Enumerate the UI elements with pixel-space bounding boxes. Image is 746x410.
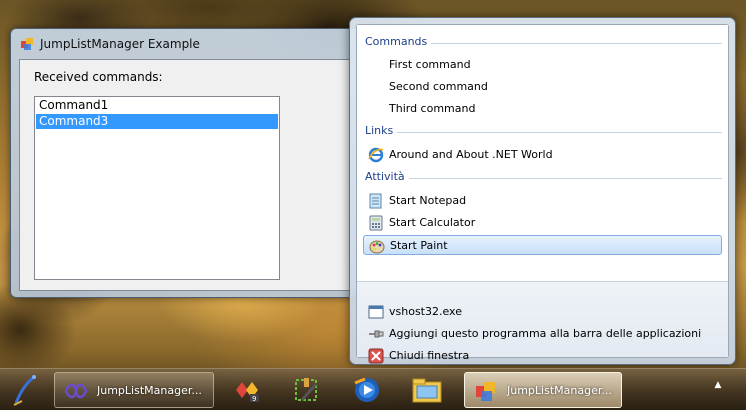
item-label: Around and About .NET World (389, 148, 553, 161)
tools-icon (295, 378, 318, 401)
paint-palette-icon (369, 240, 385, 254)
app-icon (21, 38, 33, 50)
item-label: Start Calculator (389, 216, 476, 229)
notepad-icon (369, 193, 382, 209)
internet-explorer-icon (368, 147, 384, 163)
calculator-icon (369, 215, 383, 231)
media-player-icon (354, 377, 379, 402)
item-label: Second command (389, 80, 488, 93)
pin-icon (369, 330, 384, 338)
visual-studio-2008-icon: 9 (236, 382, 259, 403)
show-hidden-icons-chevron-icon[interactable]: ▲ (712, 380, 724, 392)
category-commands: Commands (365, 35, 722, 51)
taskbar-pinned-media-player[interactable] (340, 373, 394, 407)
taskbar-pinned-tools[interactable] (280, 373, 334, 407)
item-label: Aggiungi questo programma alla barra del… (389, 327, 702, 340)
item-label: Chiudi finestra (389, 349, 470, 362)
item-label: First command (389, 58, 471, 71)
app-window: JumpListManager Example Received command… (10, 28, 378, 298)
start-button-icon[interactable] (4, 371, 46, 409)
taskbar-pinned-visual-studio[interactable]: 9 (220, 373, 274, 407)
app-icon (476, 382, 495, 401)
taskbar: JumpListManager... 9 JumpListManager... (0, 368, 746, 410)
svg-text:9: 9 (252, 395, 256, 403)
category-links: Links (365, 124, 722, 140)
category-commands-label: Commands (365, 35, 432, 48)
app-titlebar[interactable]: JumpListManager Example (11, 29, 377, 57)
app-title: JumpListManager Example (40, 37, 200, 51)
application-window-icon (368, 305, 384, 319)
taskbar-button-label: JumpListManager... (97, 384, 202, 397)
category-links-label: Links (365, 124, 398, 137)
jumplist-item-close-window[interactable]: Chiudi finestra (363, 346, 722, 366)
file-explorer-icon (412, 378, 442, 403)
item-label: Start Paint (390, 239, 448, 252)
taskbar-button-vs[interactable]: JumpListManager... (54, 372, 214, 408)
jumplist-item-app[interactable]: vshost32.exe (363, 302, 722, 322)
jumplist-item-second-command[interactable]: Second command (363, 77, 722, 97)
jumplist-item-link[interactable]: Around and About .NET World (363, 145, 722, 165)
list-item[interactable]: Command1 (36, 98, 278, 113)
jump-list: Commands First command Second command Th… (349, 17, 736, 365)
taskbar-button-label: JumpListManager... (507, 384, 612, 397)
visual-studio-icon (64, 383, 88, 399)
commands-listbox[interactable]: Command1 Command3 (34, 96, 280, 280)
jump-list-upper: Commands First command Second command Th… (357, 25, 728, 281)
jumplist-item-start-paint[interactable]: Start Paint (363, 235, 722, 255)
jumplist-item-start-notepad[interactable]: Start Notepad (363, 191, 722, 211)
list-item-selected[interactable]: Command3 (36, 114, 278, 129)
item-label: Start Notepad (389, 194, 467, 207)
jumplist-item-pin[interactable]: Aggiungi questo programma alla barra del… (363, 324, 722, 344)
jumplist-item-start-calculator[interactable]: Start Calculator (363, 213, 722, 233)
received-commands-label: Received commands: (34, 70, 163, 84)
jump-list-body: Commands First command Second command Th… (356, 24, 729, 364)
jumplist-item-third-command[interactable]: Third command (363, 99, 722, 119)
item-label: Third command (389, 102, 476, 115)
jumplist-item-first-command[interactable]: First command (363, 55, 722, 75)
taskbar-button-jumplist-active[interactable]: JumpListManager... (464, 372, 622, 408)
close-icon (368, 348, 384, 364)
jump-list-footer: vshost32.exe Aggiungi questo programma a… (357, 281, 728, 364)
category-tasks: Attività (365, 170, 722, 186)
category-tasks-label: Attività (365, 170, 409, 183)
app-client-area: Received commands: Command1 Command3 (19, 59, 371, 291)
item-label: vshost32.exe (389, 305, 462, 318)
taskbar-pinned-file-explorer[interactable] (400, 373, 454, 407)
